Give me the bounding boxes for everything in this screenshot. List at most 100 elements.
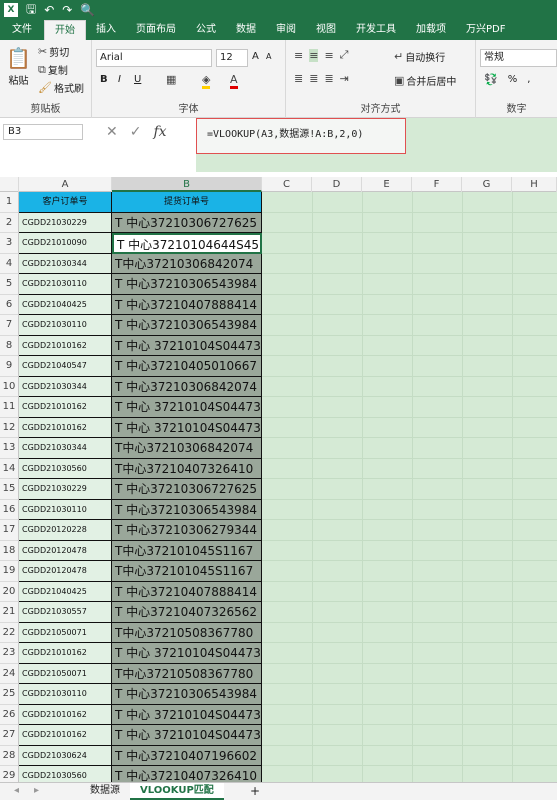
- row-header[interactable]: 2: [0, 212, 19, 233]
- vertical-align-buttons[interactable]: ≡ ≡ ≡ ⤢: [294, 48, 348, 62]
- cell-a[interactable]: CGDD21030557: [19, 602, 112, 623]
- column-header-b[interactable]: B: [112, 177, 262, 192]
- cell-b[interactable]: T 中心37210407196602: [112, 745, 262, 766]
- save-icon[interactable]: 🖫: [26, 0, 36, 21]
- font-shrink-button[interactable]: A: [266, 52, 271, 61]
- cell-a[interactable]: CGDD21030344: [19, 438, 112, 459]
- cell-a[interactable]: CGDD21040547: [19, 356, 112, 377]
- currency-icon[interactable]: 💱: [484, 73, 498, 86]
- align-center-icon[interactable]: ≣: [309, 72, 318, 85]
- percent-button[interactable]: %: [508, 74, 518, 85]
- tab-developer[interactable]: 开发工具: [346, 20, 406, 40]
- empty-cells[interactable]: [262, 581, 557, 602]
- align-top-icon[interactable]: ≡: [294, 49, 303, 62]
- empty-cells[interactable]: [262, 233, 557, 254]
- cell-a[interactable]: CGDD21010162: [19, 643, 112, 664]
- cell-a[interactable]: 客户订单号: [19, 192, 112, 213]
- cell-a[interactable]: CGDD20120478: [19, 540, 112, 561]
- undo-icon[interactable]: ↶: [44, 3, 54, 17]
- empty-cells[interactable]: [262, 540, 557, 561]
- cell-b[interactable]: T中心37210407326410: [112, 458, 262, 479]
- row-header[interactable]: 22: [0, 622, 19, 643]
- row-header[interactable]: 6: [0, 294, 19, 315]
- underline-button[interactable]: U: [134, 74, 141, 85]
- orientation-icon[interactable]: ⤢: [340, 48, 349, 62]
- cell-a[interactable]: CGDD21010162: [19, 725, 112, 746]
- column-header-c[interactable]: C: [262, 177, 312, 192]
- empty-cells[interactable]: [262, 561, 557, 582]
- empty-cells[interactable]: [262, 438, 557, 459]
- cell-b[interactable]: T 中心 37210104S04473: [112, 335, 262, 356]
- empty-cells[interactable]: [262, 643, 557, 664]
- cell-a[interactable]: CGDD21010162: [19, 417, 112, 438]
- font-grow-button[interactable]: A: [252, 51, 259, 62]
- empty-cells[interactable]: [262, 479, 557, 500]
- cell-b[interactable]: T中心37210508367780: [112, 663, 262, 684]
- cell-b[interactable]: 提货订单号: [112, 192, 262, 213]
- cell-b[interactable]: T中心372101045S1167: [112, 540, 262, 561]
- print-preview-icon[interactable]: 🔍: [80, 3, 95, 17]
- sheet-tab-vlookup[interactable]: VLOOKUP匹配: [130, 783, 224, 800]
- empty-cells[interactable]: [262, 274, 557, 295]
- row-header[interactable]: 26: [0, 704, 19, 725]
- select-all-corner[interactable]: [0, 177, 19, 192]
- bold-button[interactable]: B: [100, 74, 108, 85]
- cell-b[interactable]: T 中心37210306543984: [112, 315, 262, 336]
- empty-cells[interactable]: [262, 745, 557, 766]
- cell-a[interactable]: CGDD21040425: [19, 581, 112, 602]
- column-header-a[interactable]: A: [19, 177, 112, 192]
- cell-b[interactable]: T 中心 37210104S04473: [112, 725, 262, 746]
- tab-file[interactable]: 文件: [0, 20, 44, 40]
- cell-b[interactable]: T 中心 37210104S04473: [112, 397, 262, 418]
- row-header[interactable]: 14: [0, 458, 19, 479]
- cell-b[interactable]: T中心37210306842074: [112, 438, 262, 459]
- column-header-e[interactable]: E: [362, 177, 412, 192]
- empty-cells[interactable]: [262, 294, 557, 315]
- align-middle-icon[interactable]: ≡: [309, 48, 319, 62]
- cell-b[interactable]: T 中心37210407888414: [112, 581, 262, 602]
- column-header-d[interactable]: D: [312, 177, 362, 192]
- insert-function-icon[interactable]: fx: [153, 124, 166, 140]
- cell-a[interactable]: CGDD21030110: [19, 499, 112, 520]
- empty-cells[interactable]: [262, 192, 557, 213]
- row-header[interactable]: 16: [0, 499, 19, 520]
- row-header[interactable]: 9: [0, 356, 19, 377]
- cell-a[interactable]: CGDD21030110: [19, 315, 112, 336]
- tab-formulas[interactable]: 公式: [186, 20, 226, 40]
- font-name-select[interactable]: Arial: [96, 49, 212, 67]
- cell-b[interactable]: T中心372101045S1167: [112, 561, 262, 582]
- column-header-g[interactable]: G: [462, 177, 512, 192]
- row-header[interactable]: 15: [0, 479, 19, 500]
- cut-button[interactable]: ✂ 剪切: [38, 44, 69, 59]
- empty-cells[interactable]: [262, 417, 557, 438]
- cell-b[interactable]: T 中心37210306727625: [112, 212, 262, 233]
- merge-center-button[interactable]: ▣ 合并后居中: [394, 73, 456, 88]
- column-header-h[interactable]: H: [512, 177, 557, 192]
- row-header[interactable]: 28: [0, 745, 19, 766]
- row-header[interactable]: 23: [0, 643, 19, 664]
- tab-home[interactable]: 开始: [44, 20, 86, 40]
- cell-a[interactable]: CGDD21030560: [19, 766, 112, 782]
- empty-cells[interactable]: [262, 602, 557, 623]
- empty-cells[interactable]: [262, 663, 557, 684]
- row-header[interactable]: 5: [0, 274, 19, 295]
- cell-b[interactable]: T 中心37210407326410: [112, 766, 262, 782]
- row-header[interactable]: 11: [0, 397, 19, 418]
- row-header[interactable]: 19: [0, 561, 19, 582]
- copy-button[interactable]: ⧉ 复制: [38, 62, 68, 78]
- tab-addins[interactable]: 加载项: [406, 20, 456, 40]
- empty-cells[interactable]: [262, 725, 557, 746]
- cell-b[interactable]: T 中心37210407326562: [112, 602, 262, 623]
- column-header-f[interactable]: F: [412, 177, 462, 192]
- cell-b[interactable]: T 中心37210306543984: [112, 499, 262, 520]
- align-bottom-icon[interactable]: ≡: [324, 49, 333, 62]
- cell-b[interactable]: T 中心37210306543984: [112, 274, 262, 295]
- align-left-icon[interactable]: ≣: [294, 72, 303, 85]
- cell-a[interactable]: CGDD21030344: [19, 253, 112, 274]
- cell-b[interactable]: T 中心37210306727625: [112, 479, 262, 500]
- cell-a[interactable]: CGDD21030229: [19, 479, 112, 500]
- horizontal-align-buttons[interactable]: ≣ ≣ ≣ ⇥: [294, 72, 349, 85]
- empty-cells[interactable]: [262, 684, 557, 705]
- row-header[interactable]: 1: [0, 192, 19, 213]
- row-header[interactable]: 25: [0, 684, 19, 705]
